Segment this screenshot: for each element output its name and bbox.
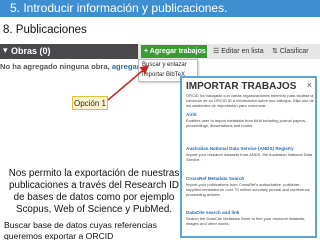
modal-title: IMPORTAR TRABAJOS xyxy=(186,81,297,92)
option-label: Opción 1 xyxy=(72,96,108,110)
source-item: CrossRef Metadata Search Import your pub… xyxy=(186,176,315,197)
slide-banner-text: 5. Introducir información y publicacione… xyxy=(10,1,228,15)
add-works-label: Agregar trabajos xyxy=(149,48,206,55)
slide-banner: 5. Introducir información y publicacione… xyxy=(0,0,320,17)
section-title: 8. Publicaciones xyxy=(3,24,87,36)
sort-button[interactable]: ⇅ Clasificar xyxy=(272,45,318,58)
add-works-button[interactable]: + Agregar trabajos xyxy=(141,45,207,58)
chevron-down-icon: ▾ xyxy=(3,45,8,55)
source-item: DataCite search and link Search the Data… xyxy=(186,210,315,226)
import-works-modal: IMPORTAR TRABAJOS × ORCID ha trabajado c… xyxy=(180,76,317,238)
source-desc: Import your publications from CrossRef's… xyxy=(186,182,310,197)
source-item: Australian National Data Service (ANDS) … xyxy=(186,146,315,162)
dropdown-item-search-link[interactable]: Buscar y enlazar xyxy=(139,60,197,70)
works-section-header[interactable]: ▾ Obras (0) xyxy=(0,44,138,59)
source-desc: Enables user to import metadata from Air… xyxy=(186,118,307,128)
explanation-text: Nos permito la exportación de nuestras p… xyxy=(8,168,180,215)
list-icon: ☰ xyxy=(213,48,222,55)
caption-text: Buscar base de datos cuyas referencias q… xyxy=(4,220,157,240)
source-desc: Import your research datasets from ANDS,… xyxy=(186,152,313,162)
edit-list-button[interactable]: ☰ Editar en lista xyxy=(213,45,267,58)
no-works-prefix: No ha agregado ninguna obra, xyxy=(0,62,112,71)
source-item: Airiti Enables user to import metadata f… xyxy=(186,112,315,128)
works-header-label: Obras (0) xyxy=(11,46,51,56)
edit-list-label: Editar en lista xyxy=(221,48,264,55)
source-desc: Search the DataCite Metadata Store to fi… xyxy=(186,216,306,226)
modal-intro: ORCID ha trabajado con varias organizaci… xyxy=(186,93,314,108)
sort-label: Clasificar xyxy=(279,48,309,55)
sort-icon: ⇅ xyxy=(272,48,280,55)
close-icon[interactable]: × xyxy=(307,80,312,90)
